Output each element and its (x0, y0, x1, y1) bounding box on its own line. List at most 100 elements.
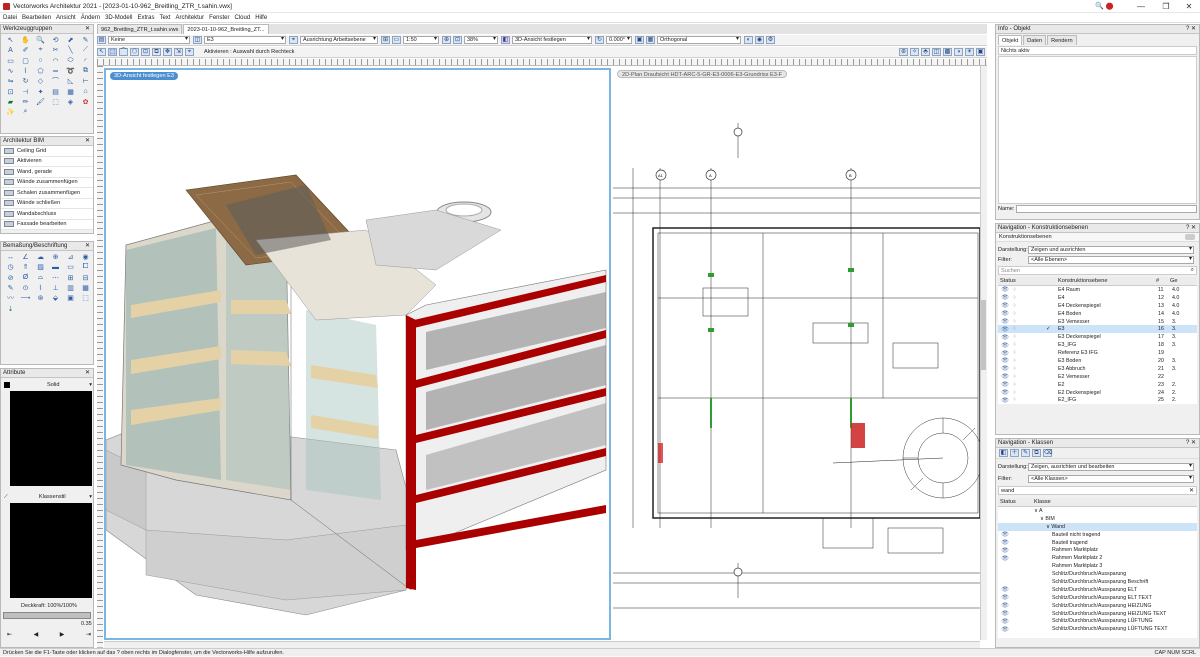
layer-row[interactable]: 👁 ⁘ E2_IFG 25 2. (998, 396, 1197, 404)
zoom-icon[interactable]: ⊕ (442, 36, 451, 44)
trim-tool-icon[interactable]: ⊢ (78, 76, 93, 86)
eyedropper-tool-icon[interactable]: ⌖ (33, 45, 48, 55)
line-preview[interactable] (10, 503, 92, 598)
keynote-icon[interactable]: ⊙ (18, 283, 33, 293)
light-icon[interactable]: ☀ (965, 48, 974, 56)
layer-row[interactable]: 👁 ⁘ E4 12 4.0 (998, 293, 1197, 302)
menu-item[interactable]: Extras (137, 15, 154, 21)
tab-rendern[interactable]: Rendern (1047, 35, 1077, 45)
maximize-button[interactable]: ❐ (1155, 0, 1177, 13)
class-row[interactable]: 👁 Schlitz/Durchbruch/Aussparung HEIZUNG T… (998, 609, 1197, 618)
brush-tool-icon[interactable]: 🖌 (33, 97, 48, 107)
radial-dim-icon[interactable]: ⊘ (3, 273, 18, 283)
class-row[interactable]: Schlitz/Durchbruch/Aussparung Beschrift (998, 578, 1197, 586)
label-icon[interactable]: ▭ (63, 262, 78, 272)
menu-item[interactable]: 3D-Modell (105, 15, 132, 21)
bim-item[interactable]: Wandabschluss (1, 209, 93, 220)
layer-select[interactable]: E3 (204, 36, 286, 44)
close-icon[interactable]: ✕ (85, 137, 90, 146)
arrow-controls[interactable]: ⇤ ◀ ▶ ⇥ (7, 631, 91, 638)
wall-tool-icon[interactable]: ▰ (3, 97, 18, 107)
move-mode-icon[interactable]: ✥ (163, 48, 172, 56)
visibility-eye-icon[interactable]: 👁 (998, 302, 1012, 309)
layer-row[interactable]: 👁 ⁘ E3 Boden 20 3. (998, 357, 1197, 365)
align-select[interactable]: Ausrichtung Arbeitsebene (300, 36, 378, 44)
grayed-icon[interactable]: ⁘ (1012, 342, 1026, 348)
grid-bubble-icon[interactable]: ◉ (78, 252, 93, 262)
shade-icon[interactable]: ◑ (954, 48, 963, 56)
spiral-tool-icon[interactable]: ➰ (63, 66, 78, 76)
document-tab[interactable]: 962_Breitling_ZTR_t.sahin.vwx (97, 24, 183, 34)
document-tab-active[interactable]: 2023-01-10-962_Breitling_ZT... (183, 24, 269, 34)
menu-item[interactable]: Bearbeiten (22, 15, 51, 21)
slab-tool-icon[interactable]: ▦ (63, 86, 78, 96)
layer-row[interactable]: 👁 ⁘ E3 Vemesser 15 3. (998, 317, 1197, 326)
class-row[interactable]: 👁 Schlitz/Durchbruch/Aussparung ELT (998, 585, 1197, 594)
view-select[interactable]: 3D-Ansicht festlegen (512, 36, 592, 44)
pickup-mode-icon[interactable]: ⧉ (152, 48, 161, 56)
pin-mode-icon[interactable]: ⌖ (185, 48, 194, 56)
search-input[interactable]: Suchen (999, 268, 1191, 274)
filter-select[interactable]: <Alle Ebenen> (1028, 256, 1194, 264)
text-tool-icon[interactable]: A (3, 45, 18, 55)
new-class-icon[interactable]: ＋ (1010, 449, 1019, 457)
target-icon[interactable]: ⊛ (899, 48, 908, 56)
visibility-eye-icon[interactable]: 👁 (998, 334, 1012, 341)
layer-row[interactable]: 👁 ⁘ E2 Deckenspiegel 24 2. (998, 388, 1197, 397)
camera-icon[interactable]: ◉ (755, 36, 764, 44)
flyover-tool-icon[interactable]: ⟲ (48, 35, 63, 45)
circle-tool-icon[interactable]: ○ (33, 56, 48, 66)
measure-tool-icon[interactable]: ⟋ (78, 45, 93, 55)
layer-row[interactable]: 👁 ⁘ E4 Boden 14 4.0 (998, 309, 1197, 318)
visibility-eye-icon[interactable]: 👁 (998, 555, 1012, 562)
visibility-eye-icon[interactable]: 👁 (998, 610, 1012, 617)
visibility-eye-icon[interactable]: 👁 (998, 342, 1012, 349)
visibility-eye-icon[interactable]: 👁 (998, 539, 1012, 546)
edit-class-icon[interactable]: ✎ (1021, 449, 1030, 457)
close-icon[interactable]: ✕ (85, 25, 90, 34)
bim-item[interactable]: Aktivieren (1, 156, 93, 167)
class-row[interactable]: Schlitz/Durchbruch/Aussparung (998, 570, 1197, 579)
angle-dim-icon[interactable]: ∠ (18, 252, 33, 262)
visibility-eye-icon[interactable]: 👁 (998, 626, 1012, 633)
walkthrough-tool-icon[interactable]: ⬈ (63, 35, 78, 45)
callout-icon[interactable]: ☁ (33, 252, 48, 262)
class-visibility-icon[interactable]: ◧ (999, 449, 1008, 457)
north-arrow-icon[interactable]: ⇑ (18, 262, 33, 272)
visibility-eye-icon[interactable]: 👁 (998, 350, 1012, 357)
bim-item[interactable]: Wände zusammenfügen (1, 177, 93, 188)
visibility-eye-icon[interactable]: 👁 (998, 531, 1012, 538)
menu-item[interactable]: Ändern (81, 15, 100, 21)
scroll-thumb[interactable] (981, 300, 986, 370)
class-row[interactable]: 👁 Schlitz/Durchbruch/Aussparung LÜFTUNG T… (998, 625, 1197, 634)
visibility-eye-icon[interactable]: 👁 (998, 594, 1012, 601)
layer-icon[interactable]: ◫ (193, 36, 202, 44)
layer-row[interactable]: 👁 ⁘ E4 Raum 11 4.0 (998, 286, 1197, 294)
grayed-icon[interactable]: ⁘ (1012, 326, 1026, 332)
menu-item[interactable]: Architektur (175, 15, 204, 21)
rounded-rect-tool-icon[interactable]: ▢ (18, 56, 33, 66)
magic-wand-icon[interactable]: ✨ (3, 107, 18, 117)
table-icon[interactable]: ▦ (78, 283, 93, 293)
filter-select[interactable]: <Alle Klassen> (1028, 475, 1194, 483)
mirror-tool-icon[interactable]: ⇋ (3, 76, 18, 86)
wave-icon[interactable]: 〰 (3, 293, 18, 303)
revision-icon[interactable]: ◷ (3, 262, 18, 272)
grayed-icon[interactable]: ⁘ (1012, 287, 1026, 293)
line-tool-icon[interactable]: ╲ (63, 45, 78, 55)
menu-item[interactable]: Fenster (209, 15, 229, 21)
bim-item[interactable]: Ceiling Grid (1, 146, 93, 157)
bim-item[interactable]: Schalen zusammenfügen (1, 188, 93, 199)
layer-view-icon[interactable]: ◫ (932, 48, 941, 56)
visibility-eye-icon[interactable]: 👁 (998, 586, 1012, 593)
grayed-icon[interactable]: ⁘ (1012, 311, 1026, 317)
polygon-tool-icon[interactable]: ⬠ (33, 66, 48, 76)
oval-tool-icon[interactable]: ⬭ (63, 56, 78, 66)
poly-select-mode-icon[interactable]: ⬠ (130, 48, 139, 56)
class-row[interactable]: 👁 Rahmen Marktplatz (998, 546, 1197, 555)
bim-item[interactable]: Fassade bearbeiten (1, 219, 93, 230)
visibility-eye-icon[interactable]: 👁 (998, 547, 1012, 554)
projection-select[interactable]: Orthogonal (657, 36, 741, 44)
zoom-tool-icon[interactable]: 🔍 (33, 35, 48, 45)
visibility-eye-icon[interactable]: 👁 (998, 381, 1012, 388)
